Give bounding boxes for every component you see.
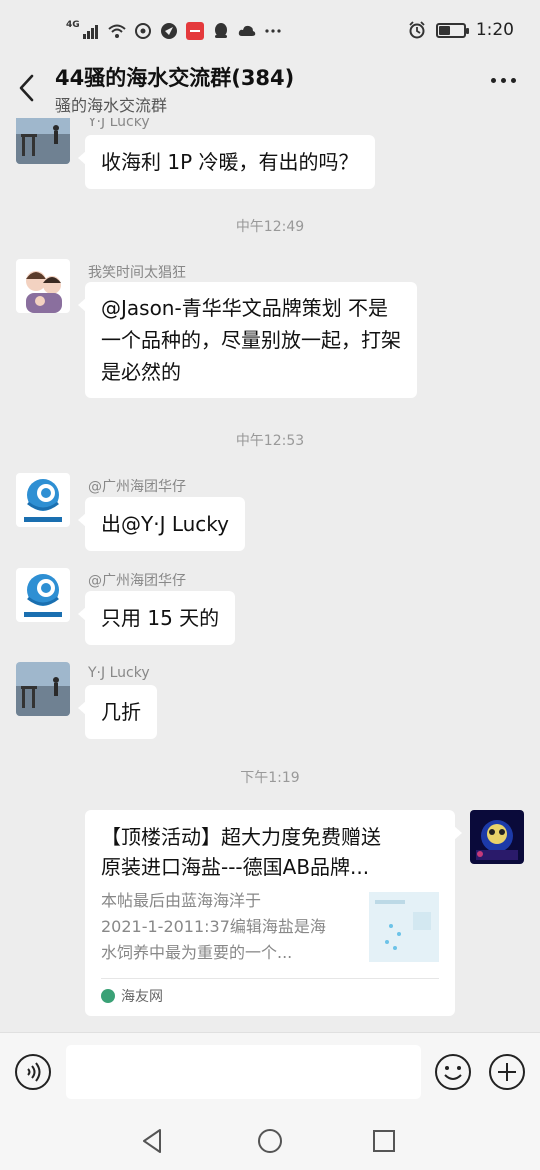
avatar[interactable] [16, 662, 70, 716]
voice-icon[interactable] [14, 1053, 52, 1091]
sender-name: Y·J Lucky [88, 118, 150, 130]
avatar[interactable] [16, 568, 70, 622]
message-text-line: 是必然的 [101, 360, 181, 384]
link-card-divider [101, 978, 439, 979]
message-bubble[interactable]: @Jason-青华华文品牌策划 不是 一个品种的，尽量别放一起，打架 是必然的 [78, 282, 417, 398]
timestamp: 下午1:19 [240, 770, 300, 786]
message-list[interactable]: Y·J Lucky 收海利 1P 冷暖，有出的吗？ 中午12:49 我笑时间太猖… [0, 118, 540, 1032]
nav-back-icon[interactable] [136, 1124, 170, 1158]
link-card-desc-line: 本帖最后由蓝海海洋于 [101, 891, 262, 910]
qq-notification-icon [214, 23, 227, 38]
status-icons-left: 4G [66, 20, 282, 40]
more-icon[interactable] [491, 78, 516, 83]
link-card-source: 海友网 [101, 986, 163, 1006]
my-avatar[interactable] [470, 810, 524, 864]
nav-recents-icon[interactable] [367, 1124, 401, 1158]
network-indicator: 4G [66, 20, 80, 30]
chat-title[interactable]: 44骚的海水交流群(384) [55, 62, 294, 92]
nav-home-icon[interactable] [253, 1124, 287, 1158]
status-bar: 4G 1:20 [0, 0, 540, 62]
cloud-icon [238, 25, 255, 36]
alarm-icon [409, 21, 425, 39]
system-nav-bar [0, 1112, 540, 1170]
avatar[interactable] [16, 118, 70, 164]
back-arrow-icon[interactable] [14, 72, 42, 104]
input-bar [0, 1032, 540, 1112]
avatar[interactable] [16, 473, 70, 527]
sender-name: @广州海团华仔 [88, 479, 186, 495]
link-card[interactable]: 【顶楼活动】超大力度免费赠送 原装进口海盐---德国AB品牌... 本帖最后由蓝… [85, 810, 462, 1016]
battery-icon [435, 22, 469, 38]
message-bubble[interactable]: 收海利 1P 冷暖，有出的吗？ [78, 135, 375, 189]
message-bubble[interactable]: 只用 15 天的 [77, 591, 236, 645]
message-bubble[interactable]: 出@Y·J Lucky [78, 497, 245, 551]
chat-subtitle: 骚的海水交流群 [55, 96, 168, 115]
wifi-icon [107, 24, 126, 38]
message-text-line: @Jason-青华华文品牌策划 不是 [101, 296, 389, 320]
message-bubble[interactable]: 几折 [78, 685, 157, 739]
link-card-title-line: 原装进口海盐---德国AB品牌... [101, 855, 370, 879]
status-icons-right: 1:20 [408, 20, 514, 40]
sender-name: Y·J Lucky [88, 665, 150, 681]
link-card-title-line: 【顶楼活动】超大力度免费赠送 [101, 825, 381, 849]
navigation-notification-icon [160, 23, 177, 39]
clock: 1:20 [475, 20, 514, 40]
message-text: 几折 [101, 700, 141, 724]
message-text: 收海利 1P 冷暖，有出的吗？ [101, 150, 359, 174]
link-card-desc-line: 2021-1-2011:37编辑海盐是海 [101, 917, 326, 936]
sender-name: @广州海团华仔 [88, 573, 186, 589]
plus-icon[interactable] [488, 1053, 526, 1091]
timestamp: 中午12:53 [235, 433, 305, 449]
message-input[interactable] [66, 1045, 421, 1099]
signal-icon [82, 25, 98, 39]
message-text: 只用 15 天的 [101, 606, 220, 630]
source-app-icon [101, 989, 115, 1003]
message-text-line: 一个品种的，尽量别放一起，打架 [101, 328, 401, 352]
app-notification-icon [134, 23, 151, 39]
timestamp: 中午12:49 [235, 219, 305, 235]
red-app-notification-icon [185, 22, 204, 40]
avatar[interactable] [16, 259, 70, 313]
link-card-thumbnail [369, 892, 439, 962]
link-card-title: 【顶楼活动】超大力度免费赠送 原装进口海盐---德国AB品牌... [101, 822, 441, 882]
link-card-desc-line: 水饲养中最为重要的一个... [101, 943, 293, 962]
link-card-source-label: 海友网 [121, 989, 163, 1005]
chat-header: 44骚的海水交流群(384) 骚的海水交流群 [0, 62, 540, 118]
sender-name: 我笑时间太猖狂 [88, 265, 186, 281]
emoji-icon[interactable] [434, 1053, 472, 1091]
battery-fill [438, 25, 450, 35]
link-card-description: 本帖最后由蓝海海洋于 2021-1-2011:37编辑海盐是海 水饲养中最为重要… [101, 888, 356, 966]
overflow-notification-icon [265, 29, 281, 33]
message-text: 出@Y·J Lucky [101, 512, 229, 536]
